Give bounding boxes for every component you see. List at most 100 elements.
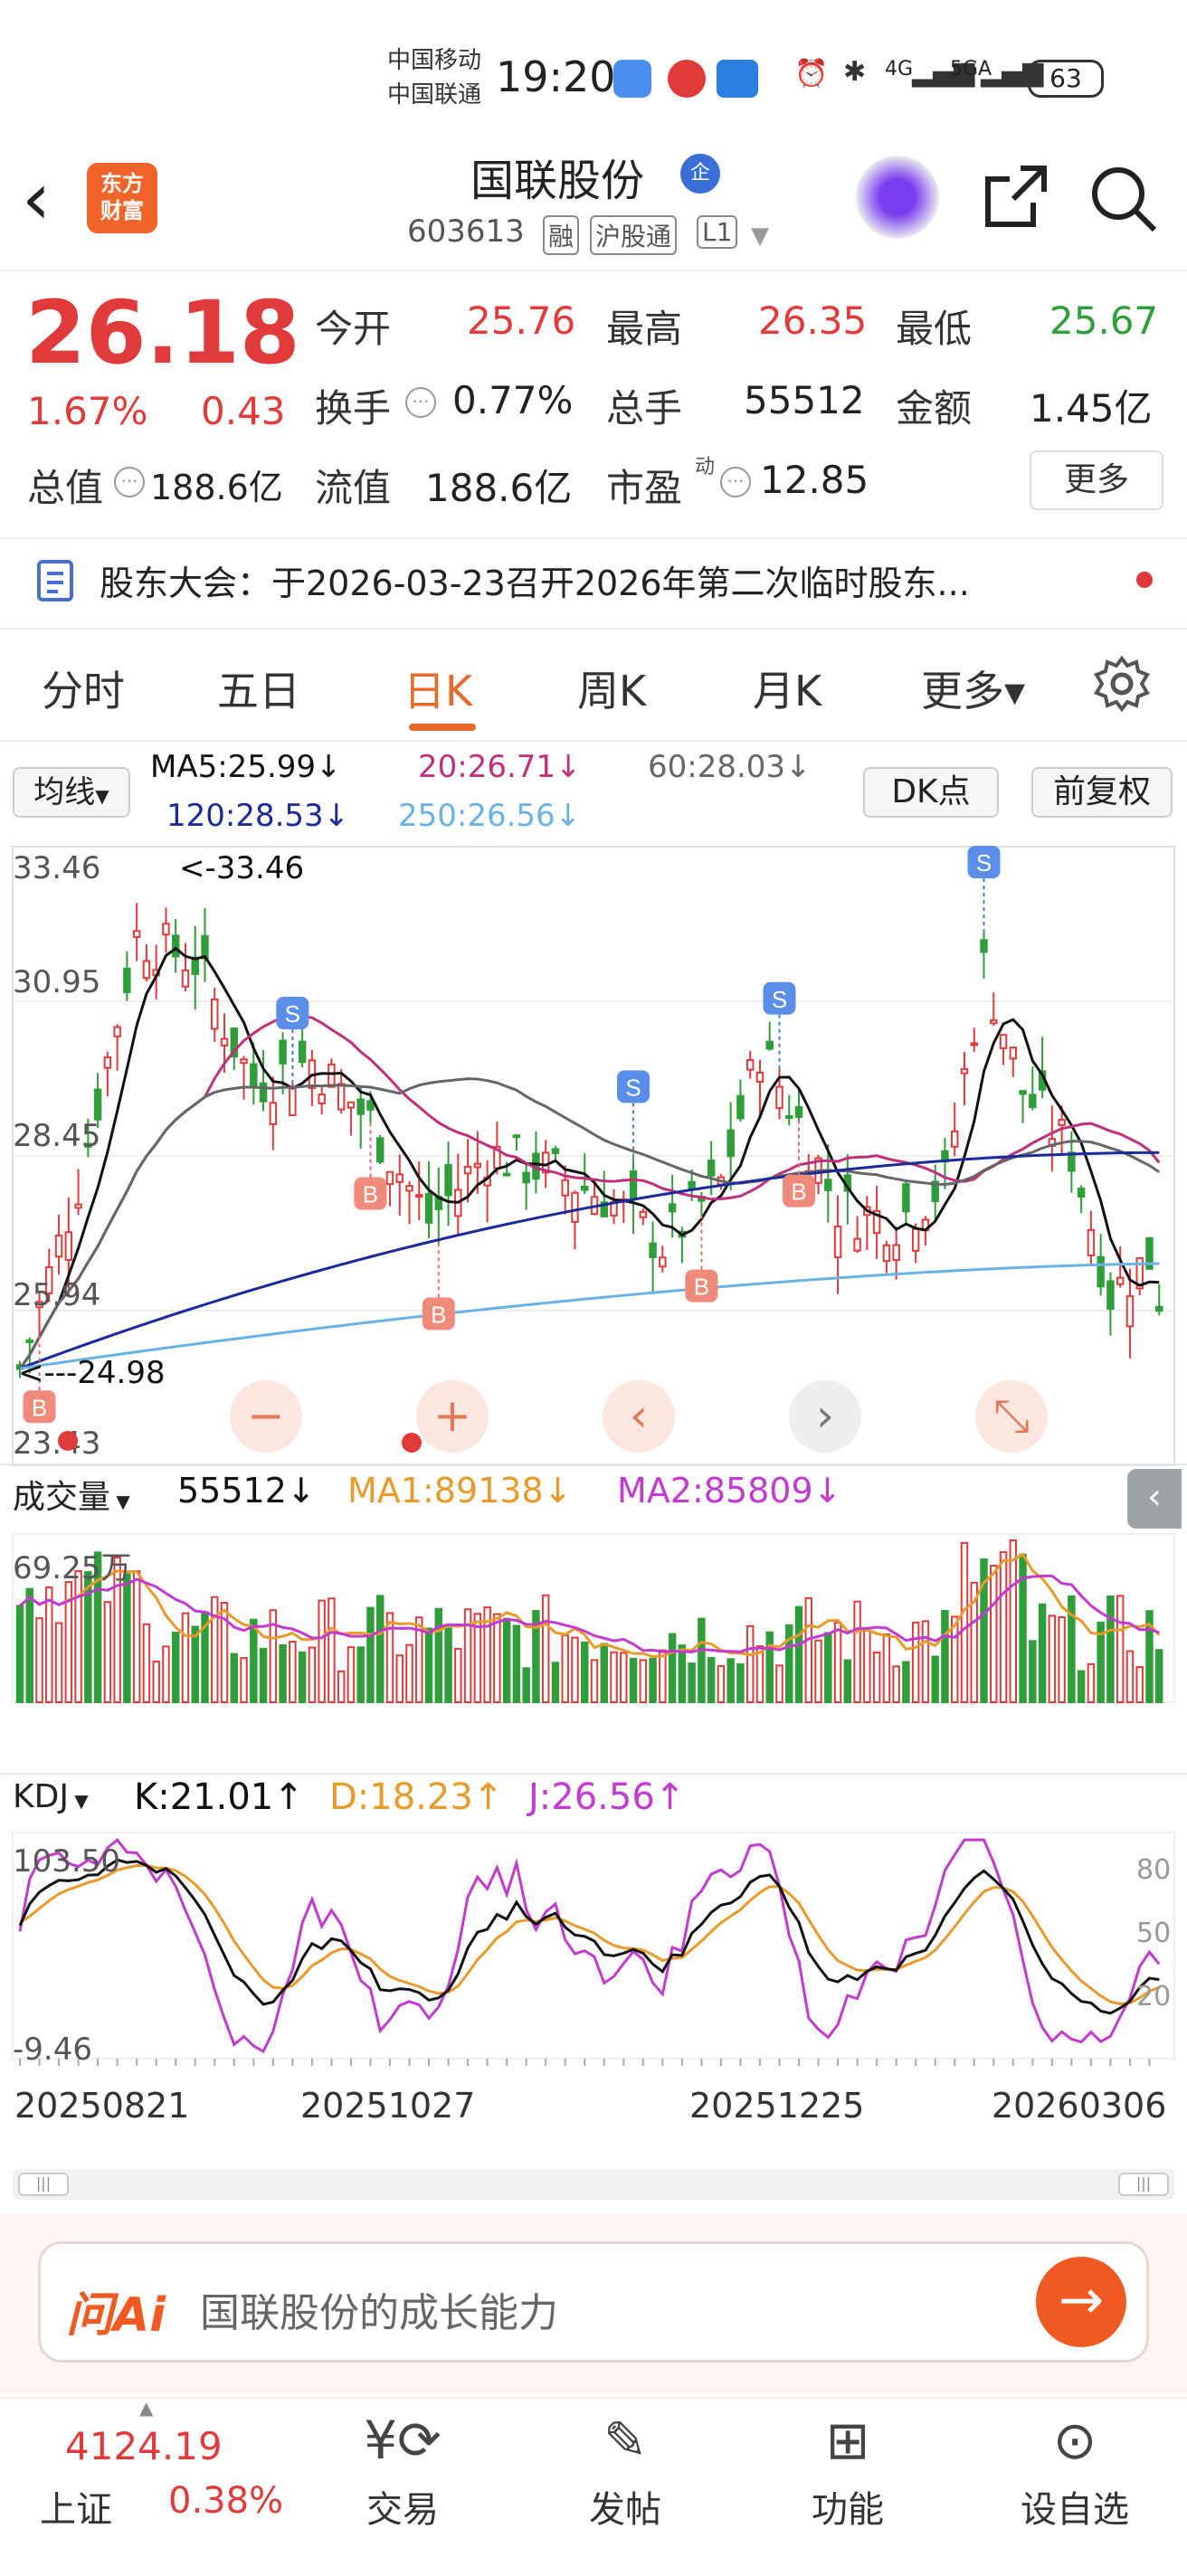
candle-body [726,1129,735,1158]
pe-sup: 动 [695,456,716,478]
volume-bar [736,1662,745,1703]
volume-bar [659,1649,667,1703]
search-icon[interactable] [1087,163,1160,239]
volume-bar [804,1596,813,1703]
volume-bar [142,1623,151,1704]
candle-body [171,934,180,958]
index-name[interactable]: 上证 [40,2480,112,2533]
tab-weekly-k[interactable]: 周K [577,658,646,718]
volume-bar [103,1601,112,1703]
back-button[interactable]: ‹ [22,163,51,235]
settings-gear-icon[interactable] [1093,655,1151,716]
candle-body [279,1039,287,1065]
ma-selector-label: 均线 [33,774,96,810]
volume-bar [1116,1595,1125,1703]
volume-ma1-line [19,1552,1161,1658]
candle-body [1058,1119,1066,1126]
scroll-handle-right[interactable]: ||| [1118,2173,1169,2196]
volume-value-legend: 55512↓ [177,1471,316,1511]
chart-scrollbar[interactable]: ||| ||| [13,2169,1174,2200]
kline-chart[interactable]: B S B B S B B S S [0,841,1187,2180]
info-icon[interactable]: ··· [114,467,145,497]
ma-selector[interactable]: 均线▼ [13,767,130,818]
zoom-out-button[interactable]: − [230,1380,302,1453]
nav-post[interactable]: ✎ 发帖 [566,2410,684,2554]
tag-margin: 融 [543,215,580,255]
info-icon[interactable]: ··· [720,467,751,497]
kdj-axis-bottom: -9.46 [13,2031,92,2068]
sell-signal-label: S [976,849,992,876]
volume-bar [941,1609,949,1703]
candle-body [250,1063,258,1088]
tab-monthly-k[interactable]: 月K [753,658,821,718]
candle-body [132,930,141,938]
volume-bar [892,1665,900,1704]
candle-body [999,1034,1008,1049]
kdj-selector[interactable]: KDJ ▼ [13,1778,89,1815]
y-axis-3: 28.45 [13,1118,101,1154]
volume-bar [1048,1615,1057,1703]
nav-features[interactable]: ⊞ 功能 [789,2410,907,2554]
ask-ai-logo: 问Ai [66,2288,166,2343]
zoom-in-button[interactable]: + [416,1380,489,1453]
scroll-handle-left[interactable]: ||| [18,2173,69,2196]
min-price-marker: <---24.98 [18,1355,166,1391]
high-value: 26.35 [758,298,868,343]
fullscreen-icon[interactable]: ⤡ [975,1380,1048,1453]
collapse-side-button[interactable]: ‹ [1127,1469,1182,1529]
volume-bar [1135,1666,1144,1704]
ma120-legend: 120:28.53↓ [166,798,350,834]
volume-bar [493,1613,501,1703]
tab-intraday[interactable]: 分时 [42,658,125,718]
tab-five-day[interactable]: 五日 [217,658,300,718]
ask-ai-prompt: 国联股份的成长能力 [200,2290,558,2336]
pan-right-button[interactable]: › [789,1380,861,1453]
index-value[interactable]: 4124.19 [65,2424,223,2468]
logo-line2: 财富 [100,198,144,223]
volume-bar [395,1654,404,1703]
candle-body [882,1244,891,1263]
ma20-legend: 20:26.71↓ [418,749,582,785]
ma120-line [19,1151,1160,1370]
ai-robot-icon[interactable] [856,156,939,239]
info-icon[interactable]: ··· [405,387,436,418]
share-icon[interactable] [981,163,1049,235]
candle-body [463,1165,472,1175]
nav-trade[interactable]: ¥⟳ 交易 [344,2410,461,2554]
volume-bar [814,1639,822,1704]
volume-bar [279,1644,287,1704]
volume-bar [35,1617,43,1704]
volume-bar [152,1660,160,1703]
candle-body [990,1019,998,1025]
edit-post-icon: ✎ [603,2410,648,2471]
bluetooth-icon: ✱ [843,56,867,88]
index-change[interactable]: 0.38% [168,2480,283,2522]
pan-left-button[interactable]: ‹ [603,1380,675,1453]
volume-bar [620,1652,628,1704]
volume-bar [356,1646,365,1703]
candle-body [1087,1229,1096,1256]
volume-bar [853,1600,861,1703]
volume-selector[interactable]: 成交量 ▼ [13,1471,130,1518]
candle-body [220,1037,229,1046]
more-button[interactable]: 更多 [1030,450,1163,510]
ask-ai-input[interactable]: 问Ai 国联股份的成长能力 → [38,2241,1149,2363]
chevron-down-icon[interactable]: ▼ [751,223,769,250]
ask-submit-button[interactable]: → [1036,2257,1126,2347]
change-pct: 1.67% [27,389,148,433]
tab-daily-k[interactable]: 日K [404,658,472,718]
kdj-frame [12,1832,1175,2060]
volume-bar [308,1646,317,1703]
candle-body [911,1227,920,1252]
divider [0,1773,1187,1775]
adjust-button[interactable]: 前复权 [1031,767,1173,818]
tab-more[interactable]: 更多▾ [921,658,1025,718]
stock-name: 国联股份 [470,156,645,206]
dk-point-button[interactable]: DK点 [863,767,999,818]
expand-up-icon[interactable]: ▲ [139,2397,153,2419]
nav-watchlist[interactable]: ⊙ 设自选 [1011,2410,1138,2554]
nav-trade-label: 交易 [366,2489,439,2531]
notice-text[interactable]: 股东大会：于2026-03-23召开2026年第二次临时股东... [100,555,1113,605]
volume-bar [765,1631,774,1703]
nav-watchlist-label: 设自选 [1021,2489,1129,2531]
